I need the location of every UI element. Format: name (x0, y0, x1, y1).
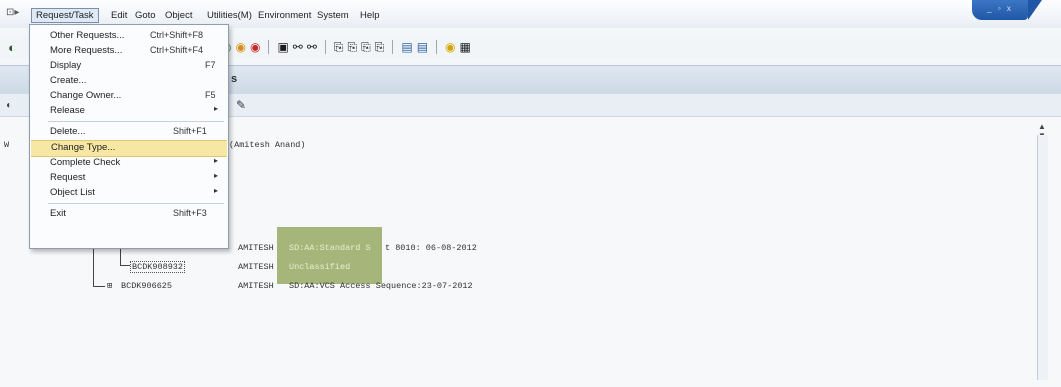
vertical-scrollbar[interactable] (1037, 135, 1048, 380)
title-text: s (231, 73, 238, 85)
request-task-dropdown: Other Requests... Ctrl+Shift+F8 More Req… (29, 24, 229, 249)
task-number-link[interactable]: BCDK908932 (130, 261, 186, 273)
window-controls[interactable]: _ ▫ x (972, 0, 1028, 20)
submenu-arrow-icon: ▸ (214, 104, 219, 113)
menu-environment[interactable]: Environment (258, 10, 311, 21)
last-page-icon[interactable]: ⎘ (375, 40, 385, 54)
task-description-tail: t 8010: 06-08-2012 (385, 243, 477, 253)
next-page-icon[interactable]: ⎘ (361, 40, 371, 54)
menu-option-label: Release (50, 105, 85, 116)
system-menu-icon[interactable]: ⊡▸ (6, 7, 19, 18)
prev-page-icon[interactable]: ⎘ (348, 40, 358, 54)
display-change-icon[interactable]: ◖ (5, 100, 11, 111)
toolbar-separator (392, 40, 394, 54)
find-next-icon[interactable]: ⚯ (307, 40, 317, 54)
task-owner: AMITESH (238, 243, 274, 253)
submenu-arrow-icon: ▸ (214, 186, 219, 195)
menu-option-request[interactable]: Request ▸ (30, 171, 226, 186)
menu-option-label: Create... (50, 75, 87, 86)
layout-icon[interactable]: ▦ (460, 40, 471, 54)
menu-option-shortcut: Shift+F3 (173, 208, 207, 218)
menu-option-label: Request (50, 172, 86, 183)
menu-option-label: More Requests... (50, 45, 123, 56)
menu-option-label: Change Type... (51, 142, 116, 153)
menu-option-shortcut: Shift+F1 (173, 126, 207, 136)
menu-option-label: Display (50, 60, 82, 71)
menu-system[interactable]: System (317, 10, 349, 21)
task-description: SD:AA:Standard S (289, 243, 371, 253)
menu-option-shortcut: F7 (205, 60, 216, 70)
create-session-icon[interactable]: ▤ (401, 40, 412, 54)
request-owner: AMITESH (238, 281, 274, 291)
submenu-arrow-icon: ▸ (214, 156, 219, 165)
menu-option-shortcut: Ctrl+Shift+F4 (150, 45, 204, 55)
menu-option-label: Object List (50, 187, 95, 198)
expand-icon[interactable]: ⊞ (107, 281, 112, 291)
menu-option-label: Delete... (50, 126, 86, 137)
first-page-icon[interactable]: ⎘ (334, 40, 344, 54)
task-type-label: Unclassified (289, 262, 351, 272)
toolbar-icons: ◉ ◉ ◉ ▣ ⚯ ⚯ ⎘ ⎘ ⎘ ⎘ ▤ ▤ ◉ ▦ (221, 38, 471, 56)
menu-option-more-requests[interactable]: More Requests... Ctrl+Shift+F4 (30, 44, 226, 59)
menu-option-change-owner[interactable]: Change Owner... F5 (30, 89, 226, 104)
scroll-up-icon[interactable]: ▲ (1038, 122, 1046, 131)
toolbar-separator (268, 40, 270, 54)
menu-edit[interactable]: Edit (111, 10, 127, 21)
edit-pencil-icon[interactable]: ✎ (236, 98, 246, 112)
menu-object[interactable]: Object (165, 10, 192, 21)
menu-separator (48, 121, 224, 122)
ok-code-icon[interactable]: ◐ (8, 40, 16, 55)
request-description: SD:AA:VCS Access Sequence:23-07-2012 (289, 281, 473, 291)
menu-option-display[interactable]: Display F7 (30, 59, 226, 74)
menu-option-complete-check[interactable]: Complete Check ▸ (30, 156, 226, 171)
menu-option-create[interactable]: Create... (30, 74, 226, 89)
menu-separator (48, 203, 224, 204)
menu-request-task[interactable]: Request/Task (31, 8, 99, 23)
menu-option-shortcut: Ctrl+Shift+F8 (150, 30, 204, 40)
cancel-icon[interactable]: ◉ (250, 40, 260, 54)
help-icon[interactable]: ◉ (445, 40, 455, 54)
owner-name: (Amitesh Anand) (229, 140, 306, 150)
menu-goto[interactable]: Goto (135, 10, 156, 21)
left-fragment: W (4, 140, 10, 150)
menu-option-object-list[interactable]: Object List ▸ (30, 186, 226, 201)
menu-option-exit[interactable]: Exit Shift+F3 (30, 207, 226, 222)
menu-option-label: Complete Check (50, 157, 121, 168)
menu-option-label: Change Owner... (50, 90, 122, 101)
menu-option-other-requests[interactable]: Other Requests... Ctrl+Shift+F8 (30, 29, 226, 44)
menu-option-label: Other Requests... (50, 30, 125, 41)
menu-help[interactable]: Help (360, 10, 380, 21)
window-controls-tail (1028, 0, 1042, 20)
tree-line-horizontal (93, 286, 105, 287)
menu-option-release[interactable]: Release ▸ (30, 104, 226, 119)
menu-utilities[interactable]: Utilities(M) (207, 10, 252, 21)
request-number-link[interactable]: BCDK906625 (121, 281, 172, 291)
submenu-arrow-icon: ▸ (214, 171, 219, 180)
exit-icon[interactable]: ◉ (235, 40, 245, 54)
menu-option-change-type[interactable]: Change Type... (31, 140, 227, 157)
toolbar-separator (324, 40, 326, 54)
menu-option-shortcut: F5 (205, 90, 216, 100)
print-icon[interactable]: ▣ (277, 40, 288, 54)
shortcut-icon[interactable]: ▤ (417, 40, 428, 54)
find-icon[interactable]: ⚯ (293, 40, 303, 54)
task-owner: AMITESH (238, 262, 274, 272)
menu-option-delete[interactable]: Delete... Shift+F1 (30, 125, 226, 140)
toolbar-separator (436, 40, 438, 54)
menu-option-label: Exit (50, 208, 66, 219)
highlighted-description-block (277, 227, 382, 284)
